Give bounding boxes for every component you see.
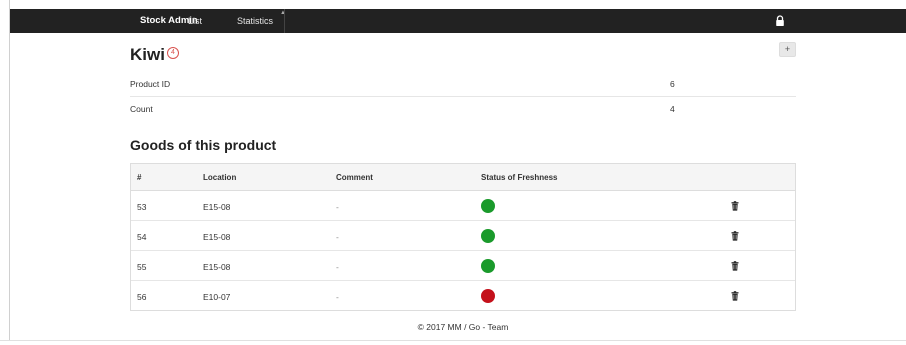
- detail-value: 6: [670, 79, 675, 89]
- section-title: Goods of this product: [130, 137, 277, 153]
- cell-id: 53: [137, 202, 147, 212]
- nav-divider: [284, 9, 285, 33]
- freshness-status-icon: [481, 259, 495, 273]
- lock-icon[interactable]: [775, 15, 785, 27]
- goods-table: # Location Comment Status of Freshness 5…: [130, 163, 796, 311]
- table-header: # Location Comment Status of Freshness: [131, 164, 795, 191]
- count-badge: 4: [167, 47, 179, 59]
- detail-row-product-id: Product ID 6: [130, 72, 796, 97]
- freshness-status-icon: [481, 199, 495, 213]
- cell-comment: -: [336, 202, 339, 212]
- cell-location: E10-07: [203, 292, 231, 302]
- dropdown-caret-icon: ▲: [280, 10, 286, 16]
- add-good-button[interactable]: +: [779, 42, 796, 57]
- cell-comment: -: [336, 292, 339, 302]
- cell-id: 54: [137, 232, 147, 242]
- column-header-status[interactable]: Status of Freshness: [481, 173, 557, 182]
- detail-label: Count: [130, 104, 153, 114]
- cell-location: E15-08: [203, 202, 231, 212]
- column-header-comment[interactable]: Comment: [336, 173, 373, 182]
- detail-row-count: Count 4: [130, 97, 796, 122]
- freshness-status-icon: [481, 229, 495, 243]
- cell-comment: -: [336, 232, 339, 242]
- trash-icon[interactable]: [731, 201, 739, 211]
- trash-icon[interactable]: [731, 291, 739, 301]
- column-header-id[interactable]: #: [137, 173, 141, 182]
- navbar: Stock Admin List Statistics ▲: [10, 9, 906, 33]
- table-row: 56 E10-07 -: [131, 281, 795, 311]
- cell-id: 56: [137, 292, 147, 302]
- table-row: 54 E15-08 -: [131, 221, 795, 251]
- footer-text: © 2017 MM / Go - Team: [417, 322, 509, 332]
- cell-id: 55: [137, 262, 147, 272]
- nav-statistics-link[interactable]: Statistics: [237, 9, 273, 33]
- cell-location: E15-08: [203, 232, 231, 242]
- column-header-location[interactable]: Location: [203, 173, 236, 182]
- nav-list-link[interactable]: List: [188, 9, 202, 33]
- detail-label: Product ID: [130, 79, 171, 89]
- detail-value: 4: [670, 104, 675, 114]
- cell-comment: -: [336, 262, 339, 272]
- page-title: Kiwi: [130, 45, 165, 64]
- trash-icon[interactable]: [731, 261, 739, 271]
- table-row: 55 E15-08 -: [131, 251, 795, 281]
- cell-location: E15-08: [203, 262, 231, 272]
- window-edge: [0, 0, 10, 340]
- table-row: 53 E15-08 -: [131, 191, 795, 221]
- bottom-divider: [0, 340, 906, 341]
- freshness-status-icon: [481, 289, 495, 303]
- trash-icon[interactable]: [731, 231, 739, 241]
